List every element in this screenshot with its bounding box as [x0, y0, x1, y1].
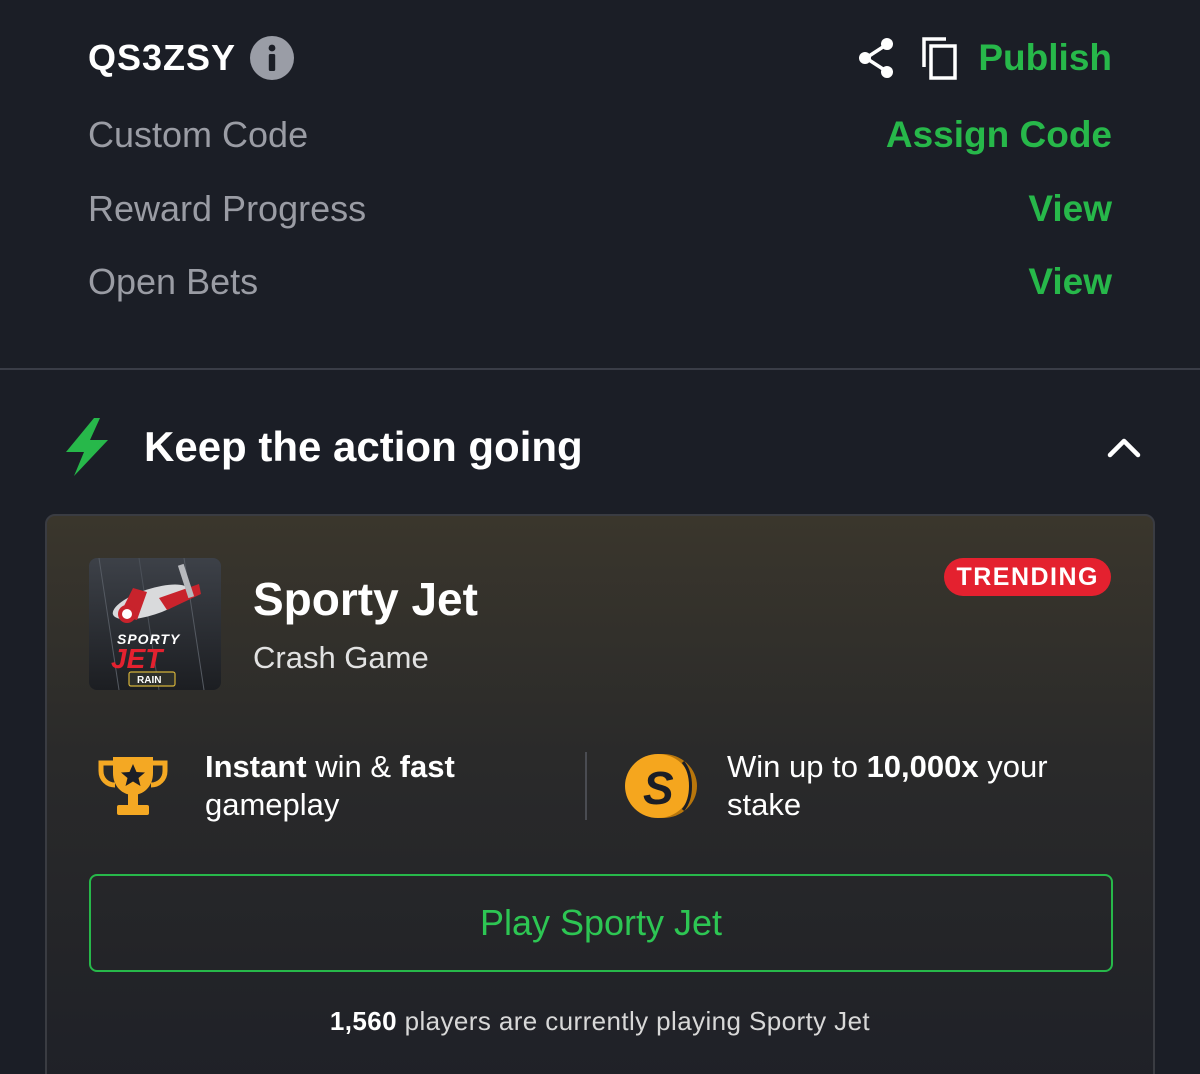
publish-link[interactable]: Publish — [978, 37, 1112, 79]
feature-max-win-text: Win up to 10,000x your stake — [727, 749, 1048, 822]
thumbnail-text-jet: JET — [111, 643, 165, 674]
info-row-open-bets: Open Bets View — [88, 257, 1112, 307]
trending-badge: TRENDING — [944, 558, 1111, 596]
booking-actions: Publish — [854, 34, 1112, 82]
game-subtitle: Crash Game — [253, 640, 429, 675]
booking-code: QS3ZSY — [88, 37, 237, 78]
players-count-line: 1,560 players are currently playing Spor… — [329, 1006, 871, 1036]
booking-code-group: QS3ZSY — [88, 36, 295, 80]
feature-max-win: S Win up to 10,000x your stake — [587, 748, 1111, 824]
trophy-icon — [97, 753, 169, 819]
thumbnail-text-rain: RAIN — [137, 675, 161, 686]
game-title: Sporty Jet — [253, 573, 478, 625]
feature-list: Instant win & fast gameplay S Win up to … — [89, 748, 1111, 824]
assign-code-link[interactable]: Assign Code — [886, 114, 1112, 156]
chevron-up-icon[interactable] — [1104, 427, 1144, 467]
game-card: SPORTY JET RAIN Sporty Jet Crash Game TR… — [45, 514, 1155, 1074]
custom-code-label: Custom Code — [88, 114, 309, 155]
share-icon[interactable] — [854, 34, 898, 82]
bet-slip-page: QS3ZSY Publish Custom Code Assign Code R… — [0, 0, 1200, 1074]
game-thumbnail[interactable]: SPORTY JET RAIN — [89, 558, 221, 690]
section-divider — [0, 368, 1200, 370]
coin-icon: S — [623, 752, 699, 820]
reward-progress-label: Reward Progress — [88, 188, 367, 229]
lightning-bolt-icon — [60, 416, 116, 478]
reward-progress-view-link[interactable]: View — [1028, 188, 1112, 230]
section-header[interactable]: Keep the action going — [60, 414, 1144, 480]
open-bets-label: Open Bets — [88, 261, 259, 302]
players-count: 1,560 — [329, 1006, 397, 1036]
section-title: Keep the action going — [144, 423, 583, 470]
feature-instant-win: Instant win & fast gameplay — [89, 748, 585, 824]
booking-code-row: QS3ZSY Publish — [88, 28, 1112, 88]
copy-icon[interactable] — [920, 34, 960, 82]
info-icon[interactable] — [250, 36, 295, 80]
open-bets-view-link[interactable]: View — [1028, 261, 1112, 303]
play-game-button[interactable]: Play Sporty Jet — [89, 874, 1113, 972]
info-row-custom-code: Custom Code Assign Code — [88, 110, 1112, 160]
info-row-reward-progress: Reward Progress View — [88, 184, 1112, 234]
svg-text:S: S — [643, 762, 674, 814]
feature-instant-win-text: Instant win & fast gameplay — [205, 749, 455, 822]
